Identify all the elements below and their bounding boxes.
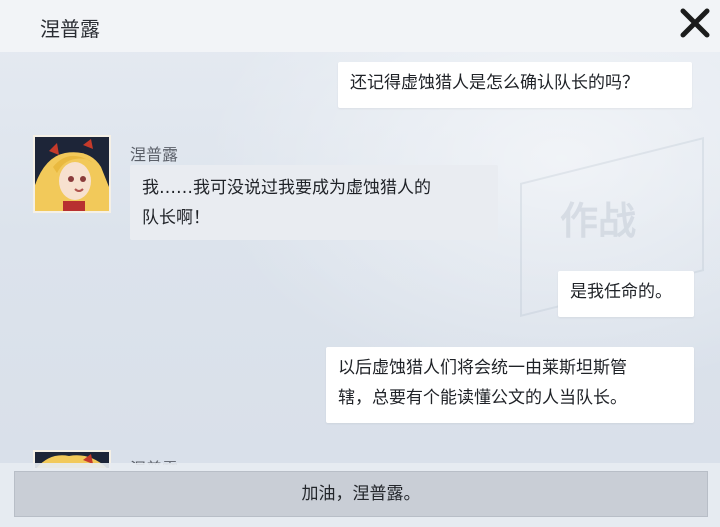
- incoming-message: 我……我可没说过我要成为虚蚀猎人的 队长啊！: [130, 165, 498, 240]
- sender-name: 涅普露: [130, 145, 179, 164]
- avatar: [33, 135, 111, 213]
- background-watermark: 作战: [560, 199, 637, 243]
- message-text-line: 辖，总要有个能读懂公文的人当队长。: [338, 388, 627, 408]
- close-icon[interactable]: [678, 6, 712, 40]
- message-text-line: 队长啊！: [142, 208, 210, 228]
- reply-option-button[interactable]: 加油，涅普露。: [14, 471, 708, 517]
- message-text: 是我任命的。: [570, 282, 672, 302]
- outgoing-message: 还记得虚蚀猎人是怎么确认队长的吗？: [338, 62, 692, 108]
- outgoing-message: 以后虚蚀猎人们将会统一由莱斯坦斯管 辖，总要有个能读懂公文的人当队长。: [326, 347, 694, 423]
- chat-header: 涅普露: [0, 0, 720, 52]
- message-text-line: 以后虚蚀猎人们将会统一由莱斯坦斯管: [338, 358, 627, 378]
- message-text: 还记得虚蚀猎人是怎么确认队长的吗？: [350, 73, 639, 93]
- message-text-line: 我……我可没说过我要成为虚蚀猎人的: [142, 178, 431, 198]
- chat-title: 涅普露: [40, 17, 100, 41]
- outgoing-message: 是我任命的。: [558, 271, 694, 317]
